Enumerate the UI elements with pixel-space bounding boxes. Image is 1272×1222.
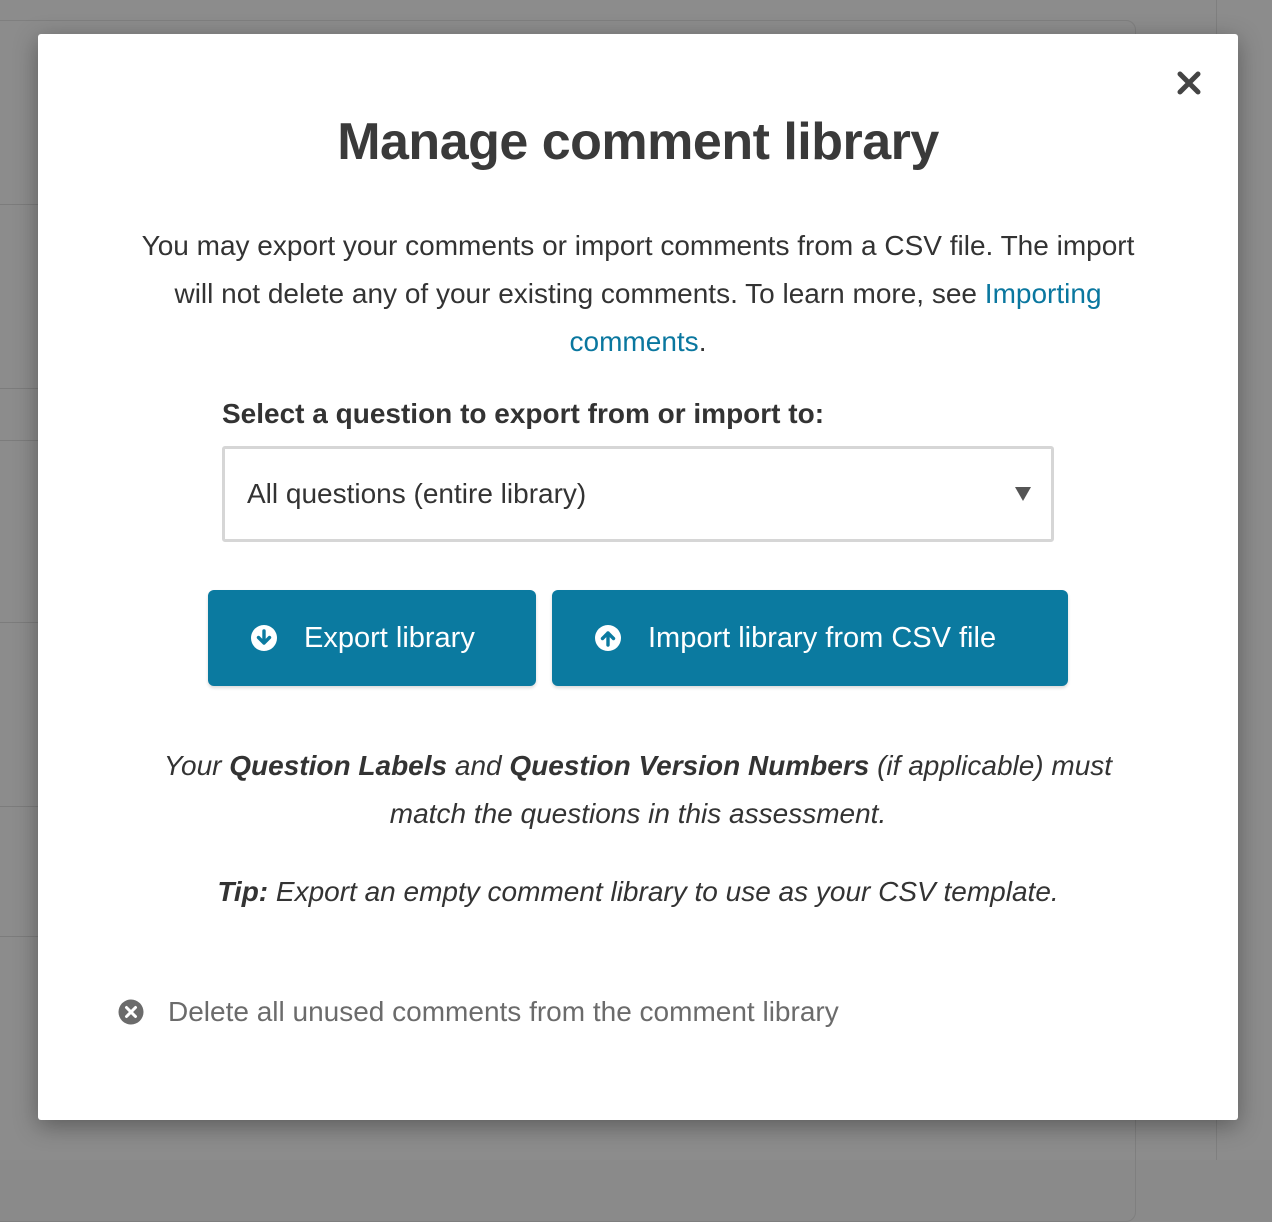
import-library-button[interactable]: Import library from CSV file bbox=[552, 590, 1068, 686]
dialog-title: Manage comment library bbox=[337, 113, 939, 171]
note-question-labels: Question Labels bbox=[229, 750, 448, 781]
note-question-version-numbers: Question Version Numbers bbox=[509, 750, 870, 781]
close-icon bbox=[1177, 71, 1201, 95]
caret-down-icon bbox=[1015, 487, 1031, 501]
background-divider bbox=[0, 388, 40, 389]
manage-comment-library-dialog: Manage comment library You may export yo… bbox=[38, 34, 1238, 1120]
delete-unused-comments-link[interactable]: Delete all unused comments from the comm… bbox=[118, 996, 839, 1028]
import-library-label: Import library from CSV file bbox=[648, 621, 997, 654]
background-divider bbox=[0, 440, 40, 441]
question-select-value: All questions (entire library) bbox=[247, 478, 587, 509]
arrow-circle-up-icon bbox=[594, 624, 622, 652]
question-select[interactable]: All questions (entire library) bbox=[222, 446, 1054, 542]
question-select-label: Select a question to export from or impo… bbox=[222, 398, 825, 429]
background-divider bbox=[0, 806, 40, 807]
delete-unused-comments-label: Delete all unused comments from the comm… bbox=[168, 996, 839, 1027]
intro-period: . bbox=[698, 326, 707, 357]
x-circle-icon bbox=[118, 999, 144, 1025]
matching-note: Your Question Labels and Question Versio… bbox=[128, 742, 1148, 838]
background-divider bbox=[0, 622, 40, 623]
background-divider bbox=[0, 936, 40, 937]
note-part-2: and bbox=[454, 750, 502, 781]
background-divider bbox=[0, 204, 40, 205]
export-library-button[interactable]: Export library bbox=[208, 590, 536, 686]
close-button[interactable] bbox=[1176, 70, 1202, 96]
intro-text: You may export your comments or import c… bbox=[128, 222, 1148, 366]
arrow-circle-down-icon bbox=[250, 624, 278, 652]
tip-label: Tip: bbox=[217, 876, 269, 907]
tip-text: Tip: Export an empty comment library to … bbox=[128, 868, 1148, 916]
note-part-1: Your bbox=[163, 750, 222, 781]
tip-body: Export an empty comment library to use a… bbox=[275, 876, 1059, 907]
export-library-label: Export library bbox=[304, 621, 475, 654]
